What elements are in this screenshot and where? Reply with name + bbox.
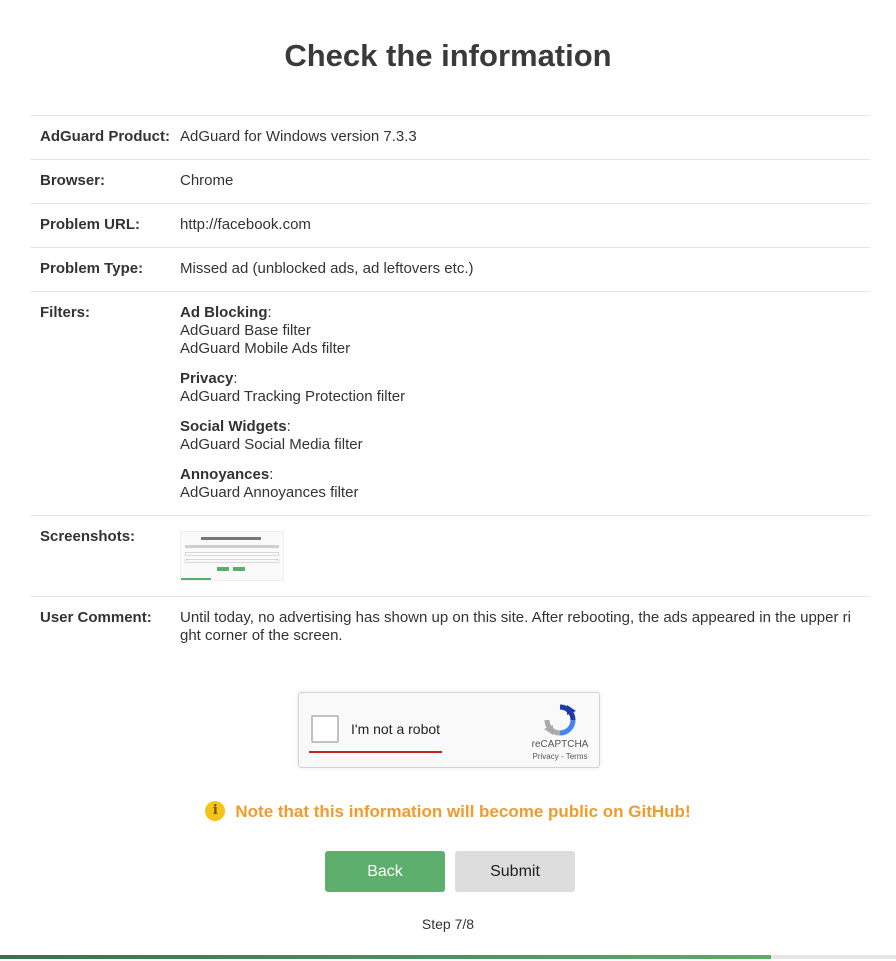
label-type: Problem Type:: [40, 260, 144, 277]
captcha-checkbox[interactable]: [311, 715, 339, 743]
row-filters: Filters: Ad Blocking: AdGuard Base filte…: [30, 292, 870, 516]
filter-category: Ad Blocking:: [180, 304, 272, 321]
recaptcha-widget: I'm not a robot reCAPTCHA Privacy - Term…: [298, 692, 600, 768]
value-comment: Until today, no advertising has shown up…: [180, 609, 851, 644]
filter-category: Privacy:: [180, 370, 238, 387]
captcha-brand: reCAPTCHA: [531, 739, 589, 750]
label-browser: Browser:: [40, 172, 106, 189]
row-comment: User Comment: Until today, no advertisin…: [30, 597, 870, 658]
value-product: AdGuard for Windows version 7.3.3: [180, 128, 417, 145]
value-url: http://facebook.com: [180, 216, 311, 233]
filter-category: Social Widgets:: [180, 418, 291, 435]
notice-text: Note that this information will become p…: [235, 802, 691, 821]
github-notice: i Note that this information will become …: [0, 800, 896, 823]
captcha-label: I'm not a robot: [351, 721, 441, 737]
recaptcha-logo-icon: [544, 704, 576, 736]
info-icon: i: [205, 800, 226, 821]
label-comment: User Comment:: [40, 609, 152, 626]
captcha-terms-link[interactable]: Terms: [566, 752, 588, 761]
info-table: AdGuard Product: AdGuard for Windows ver…: [30, 115, 870, 658]
filter-group-annoyances: Annoyances: AdGuard Annoyances filter: [180, 466, 858, 502]
captcha-error-underline: [309, 751, 442, 753]
progress-fill: [0, 955, 771, 959]
label-product: AdGuard Product:: [40, 128, 170, 145]
filter-group-social-widgets: Social Widgets: AdGuard Social Media fil…: [180, 418, 858, 454]
filter-item: AdGuard Mobile Ads filter: [180, 340, 351, 357]
row-browser: Browser: Chrome: [30, 160, 870, 204]
filter-group-ad-blocking: Ad Blocking: AdGuard Base filter AdGuard…: [180, 304, 858, 358]
value-type: Missed ad (unblocked ads, ad leftovers e…: [180, 260, 474, 277]
captcha-privacy-link[interactable]: Privacy: [533, 752, 559, 761]
filter-item: AdGuard Social Media filter: [180, 436, 363, 453]
page-title: Check the information: [284, 38, 612, 73]
row-url: Problem URL: http://facebook.com: [30, 204, 870, 248]
captcha-links: Privacy - Terms: [532, 752, 588, 761]
back-button[interactable]: Back: [325, 851, 445, 892]
label-filters: Filters:: [40, 304, 91, 321]
submit-button[interactable]: Submit: [455, 851, 575, 892]
screenshot-thumbnail[interactable]: [180, 531, 284, 581]
label-url: Problem URL:: [40, 216, 141, 233]
filter-category: Annoyances:: [180, 466, 274, 483]
filter-item: AdGuard Tracking Protection filter: [180, 388, 406, 405]
label-screenshots: Screenshots:: [40, 528, 136, 545]
filter-group-privacy: Privacy: AdGuard Tracking Protection fil…: [180, 370, 858, 406]
filter-item: AdGuard Annoyances filter: [180, 484, 359, 501]
value-browser: Chrome: [180, 172, 234, 189]
step-indicator: Step 7/8: [421, 916, 475, 932]
row-screenshots: Screenshots:: [30, 516, 870, 597]
progress-bar: [0, 955, 896, 959]
filter-item: AdGuard Base filter: [180, 322, 311, 339]
row-product: AdGuard Product: AdGuard for Windows ver…: [30, 116, 870, 160]
row-type: Problem Type: Missed ad (unblocked ads, …: [30, 248, 870, 292]
filters-list: Ad Blocking: AdGuard Base filter AdGuard…: [180, 304, 870, 502]
